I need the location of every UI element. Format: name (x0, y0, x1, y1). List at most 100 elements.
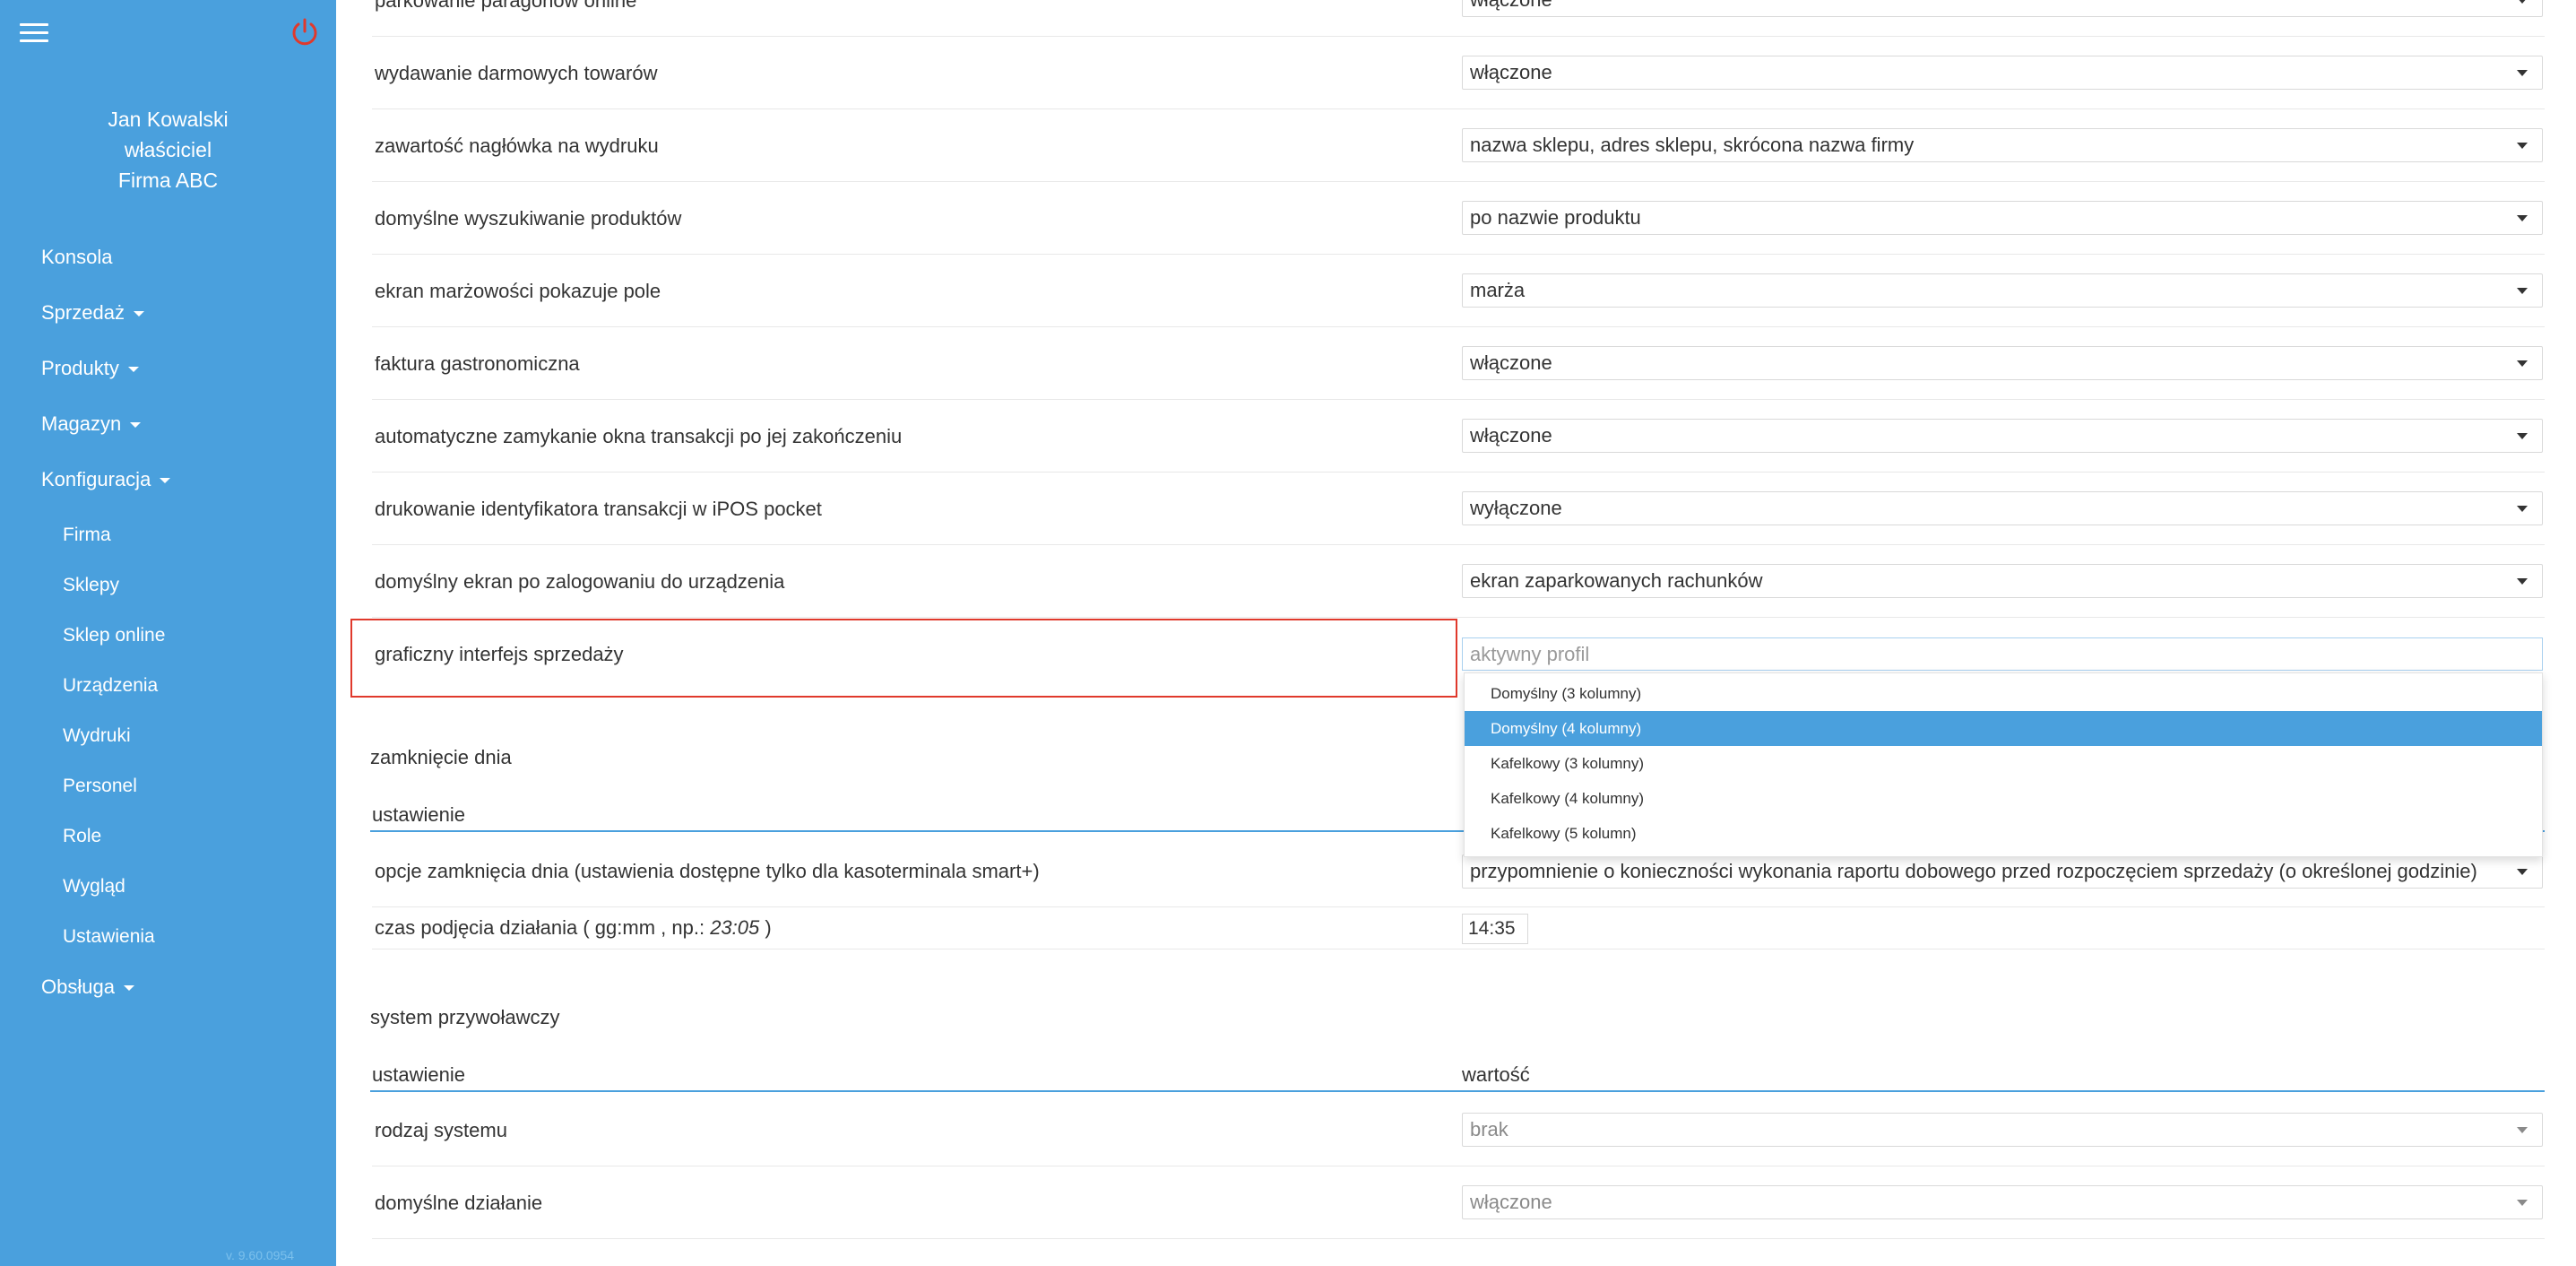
dropdown-option-selected[interactable]: Domyślny (4 kolumny) (1465, 711, 2542, 746)
label-suffix: ) (759, 916, 772, 939)
nav-role[interactable]: Role (0, 821, 336, 871)
setting-label: rodzaj systemu (375, 1119, 507, 1141)
setting-select[interactable]: włączone (1462, 419, 2543, 453)
nav-label: Produkty (41, 357, 119, 379)
setting-label: parkowanie paragonów online (375, 0, 637, 12)
sidebar: Jan Kowalski właściciel Firma ABC Konsol… (0, 0, 336, 1266)
header-value: wartość (1462, 1063, 1530, 1086)
setting-label: automatyczne zamykanie okna transakcji p… (375, 425, 903, 447)
settings-row: automatyczne zamykanie okna transakcji p… (372, 400, 2545, 473)
version-label: v. 9.60.0954 (226, 1248, 295, 1262)
setting-select[interactable]: po nazwie produktu (1462, 201, 2543, 235)
select-value: po nazwie produktu (1470, 206, 1641, 229)
settings-row: faktura gastronomiczna włączone (372, 327, 2545, 400)
caret-down-icon (133, 311, 144, 317)
nav-sklep-online[interactable]: Sklep online (0, 620, 336, 671)
setting-label: faktura gastronomiczna (375, 352, 580, 375)
select-value: marża (1470, 279, 1526, 301)
nav-sprzedaz[interactable]: Sprzedaż (0, 298, 336, 353)
nav-firma[interactable]: Firma (0, 520, 336, 570)
nav-konsola[interactable]: Konsola (0, 242, 336, 298)
setting-label: graficzny interfejs sprzedaży (375, 643, 624, 665)
caret-down-icon (160, 478, 171, 484)
chevron-down-icon (2517, 433, 2528, 439)
user-info: Jan Kowalski właściciel Firma ABC (0, 104, 336, 195)
setting-label: drukowanie identyfikatora transakcji w i… (375, 498, 822, 520)
select-value: włączone (1470, 424, 1552, 447)
label-prefix: czas podjęcia działania ( gg:mm , np.: (375, 916, 711, 939)
section-title-call-system: system przywoławczy (370, 1006, 560, 1028)
user-role: właściciel (124, 138, 212, 161)
nav-label: Wydruki (63, 725, 131, 746)
nav-wydruki[interactable]: Wydruki (0, 721, 336, 771)
setting-select[interactable]: włączone (1462, 1185, 2543, 1219)
profile-select-input[interactable]: aktywny profil (1462, 637, 2543, 671)
chevron-down-icon (2517, 1200, 2528, 1206)
settings-row: rodzaj systemu brak (372, 1094, 2545, 1166)
dropdown-option[interactable]: Kafelkowy (3 kolumny) (1465, 746, 2542, 781)
setting-select[interactable]: marża (1462, 273, 2543, 308)
nav-produkty[interactable]: Produkty (0, 353, 336, 409)
setting-select[interactable]: nazwa sklepu, adres sklepu, skrócona naz… (1462, 128, 2543, 162)
chevron-down-icon (2517, 0, 2528, 4)
power-icon[interactable] (289, 16, 321, 48)
setting-select[interactable]: przypomnienie o konieczności wykonania r… (1462, 854, 2543, 889)
select-value: włączone (1470, 61, 1552, 83)
caret-down-icon (123, 985, 134, 992)
header-setting: ustawienie (372, 1063, 465, 1086)
chevron-down-icon (2517, 70, 2528, 76)
sidebar-nav: Konsola Sprzedaż Produkty Magazyn Konfig… (0, 242, 336, 1028)
select-value: nazwa sklepu, adres sklepu, skrócona naz… (1470, 134, 1915, 156)
select-value: włączone (1470, 351, 1552, 374)
settings-main: parkowanie paragonów online włączone wyd… (336, 0, 2576, 1266)
nav-magazyn[interactable]: Magazyn (0, 409, 336, 464)
caret-down-icon (130, 422, 142, 429)
section-title-day-close: zamknięcie dnia (370, 746, 512, 768)
nav-personel[interactable]: Personel (0, 771, 336, 821)
menu-icon[interactable] (20, 23, 48, 43)
nav-label: Sprzedaż (41, 301, 125, 324)
chevron-down-icon (2517, 143, 2528, 149)
settings-row: zawartość nagłówka na wydruku nazwa skle… (372, 109, 2545, 182)
setting-select[interactable]: brak (1462, 1113, 2543, 1147)
time-input[interactable]: 14:35 (1462, 914, 1528, 944)
chevron-down-icon (2517, 869, 2528, 875)
nav-wyglad[interactable]: Wygląd (0, 871, 336, 922)
chevron-down-icon (2517, 1127, 2528, 1133)
setting-select[interactable]: ekran zaparkowanych rachunków (1462, 564, 2543, 598)
setting-label: wydawanie darmowych towarów (375, 62, 658, 84)
table-header: ustawienie wartość (370, 1063, 2545, 1092)
nav-label: Konsola (41, 246, 113, 268)
setting-label: zawartość nagłówka na wydruku (375, 134, 659, 157)
select-value: włączone (1470, 1191, 1552, 1213)
header-setting: ustawienie (372, 803, 465, 826)
setting-select[interactable]: włączone (1462, 346, 2543, 380)
dropdown-option[interactable]: Domyślny (3 kolumny) (1465, 676, 2542, 711)
dropdown-option[interactable]: Kafelkowy (5 kolumn) (1465, 816, 2542, 851)
select-value: włączone (1470, 0, 1552, 16)
nav-urzadzenia[interactable]: Urządzenia (0, 671, 336, 721)
settings-row: parkowanie paragonów online włączone (372, 0, 2545, 37)
chevron-down-icon (2517, 360, 2528, 367)
setting-label: domyślny ekran po zalogowaniu do urządze… (375, 570, 785, 593)
settings-row: domyślny ekran po zalogowaniu do urządze… (372, 545, 2545, 618)
setting-select[interactable]: włączone (1462, 56, 2543, 90)
select-value: ekran zaparkowanych rachunków (1470, 569, 1763, 592)
nav-konfiguracja[interactable]: Konfiguracja (0, 464, 336, 520)
setting-label: ekran marżowości pokazuje pole (375, 280, 661, 302)
nav-ustawienia[interactable]: Ustawienia (0, 922, 336, 972)
settings-row: domyślne wyszukiwanie produktów po nazwi… (372, 182, 2545, 255)
nav-sklepy[interactable]: Sklepy (0, 570, 336, 620)
setting-label: domyślne wyszukiwanie produktów (375, 207, 682, 230)
setting-select[interactable]: wyłączone (1462, 491, 2543, 525)
nav-obsluga[interactable]: Obsługa (0, 972, 336, 1028)
setting-label: czas podjęcia działania ( gg:mm , np.: 2… (375, 907, 772, 949)
settings-row: wydawanie darmowych towarów włączone (372, 37, 2545, 109)
setting-select[interactable]: włączone (1462, 0, 2543, 17)
caret-down-icon (127, 367, 139, 373)
settings-row: domyślne działanie włączone (372, 1166, 2545, 1239)
select-value: przypomnienie o konieczności wykonania r… (1470, 860, 2477, 882)
label-example: 23:05 (710, 916, 760, 939)
dropdown-option[interactable]: Kafelkowy (4 kolumny) (1465, 781, 2542, 816)
select-value: wyłączone (1470, 497, 1562, 519)
